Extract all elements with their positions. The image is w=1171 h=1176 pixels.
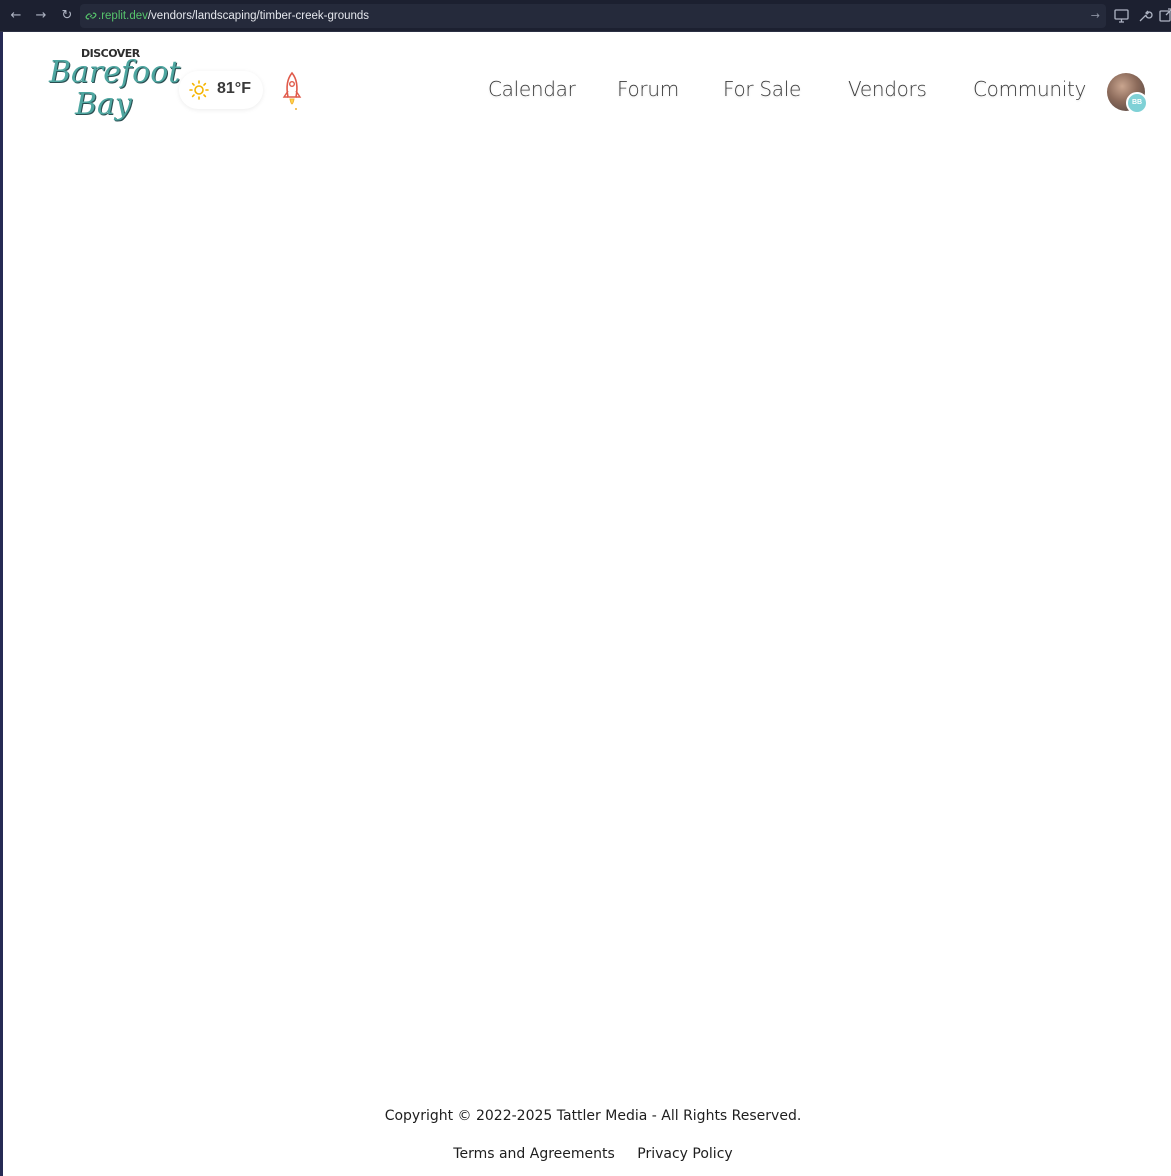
address-bar[interactable]: .replit.dev/vendors/landscaping/timber-c…	[80, 4, 1106, 28]
main-navigation: Calendar Forum For Sale Vendors Communit…	[3, 33, 1171, 143]
browser-toolbar: ← → ↻ .replit.dev/vendors/landscaping/ti…	[0, 0, 1171, 32]
url-path: /vendors/landscaping/timber-creek-ground…	[147, 10, 370, 22]
external-link-icon[interactable]	[1158, 6, 1171, 26]
link-icon	[85, 12, 97, 20]
nav-calendar[interactable]: Calendar	[488, 77, 576, 101]
copyright-text: Copyright © 2022-2025 Tattler Media - Al…	[384, 1108, 802, 1124]
privacy-link[interactable]: Privacy Policy	[637, 1146, 732, 1162]
nav-forum[interactable]: Forum	[617, 77, 679, 101]
footer-links: Terms and Agreements Privacy Policy	[3, 1146, 1171, 1162]
url-text: .replit.dev/vendors/landscaping/timber-c…	[98, 4, 369, 28]
arrow-left-icon[interactable]: ←	[6, 6, 26, 26]
nav-community[interactable]: Community	[973, 77, 1086, 101]
user-avatar[interactable]: BB	[1107, 73, 1148, 114]
avatar-badge: BB	[1126, 92, 1148, 114]
device-icon[interactable]	[1113, 6, 1131, 26]
wrench-icon[interactable]	[1136, 6, 1154, 26]
arrow-right-icon[interactable]: →	[31, 6, 51, 26]
reload-icon[interactable]: ↻	[57, 6, 77, 26]
window-edge	[0, 32, 3, 1176]
nav-for-sale[interactable]: For Sale	[723, 77, 801, 101]
nav-vendors[interactable]: Vendors	[848, 77, 927, 101]
url-domain: .replit.dev	[98, 10, 148, 22]
terms-link[interactable]: Terms and Agreements	[453, 1146, 615, 1162]
site-header: DISCOVER Barefoot Bay 81°F Calendar Foru…	[3, 33, 1171, 143]
site-footer: Copyright © 2022-2025 Tattler Media - Al…	[3, 1100, 1171, 1176]
go-arrow-icon[interactable]: →	[1091, 4, 1100, 28]
